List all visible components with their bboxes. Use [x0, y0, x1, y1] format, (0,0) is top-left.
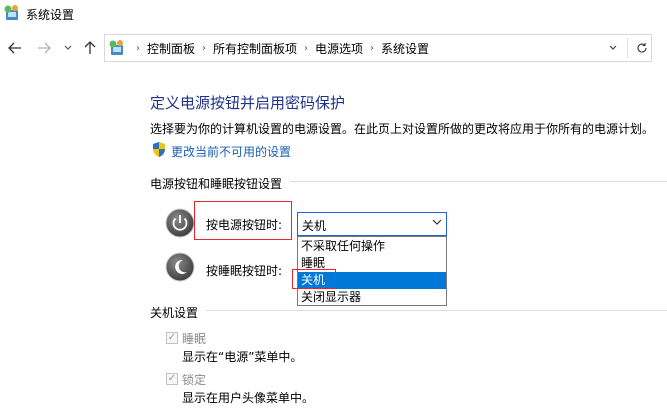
sleep-checkbox-description: 显示在“电源”菜单中。	[182, 350, 303, 364]
refresh-button[interactable]	[633, 35, 651, 61]
section-title-shutdown: 关机设置	[150, 306, 199, 320]
breadcrumb-separator: ›	[136, 42, 140, 54]
sleep-checkbox-label: 睡眠	[182, 332, 207, 346]
lock-checkbox-description: 显示在用户头像菜单中。	[182, 391, 315, 405]
breadcrumb-item-all-items[interactable]: 所有控制面板项	[213, 40, 297, 57]
power-button-label: 按电源按钮时:	[206, 218, 283, 232]
address-divider	[627, 38, 628, 58]
breadcrumb-item-power-options[interactable]: 电源选项	[315, 40, 363, 57]
breadcrumb-separator: ›	[304, 42, 309, 54]
back-button[interactable]	[5, 38, 25, 58]
page-description: 选择要为你的计算机设置的电源设置。在此页上对设置所做的更改将应用于你所有的电源计…	[150, 122, 655, 136]
control-panel-icon	[4, 5, 18, 20]
window-title: 系统设置	[26, 8, 75, 22]
change-unavailable-settings-link[interactable]: 更改当前不可用的设置	[171, 143, 291, 160]
control-panel-icon	[109, 40, 123, 55]
arrow-right-icon	[38, 42, 51, 54]
navigation-bar: › 控制面板 › 所有控制面板项 › 电源选项 › 系统设置	[0, 33, 667, 63]
uac-shield-icon	[153, 142, 165, 157]
power-button-icon	[165, 208, 195, 238]
breadcrumb-separator: ›	[202, 42, 207, 54]
lock-checkbox[interactable]: ✓	[166, 373, 178, 385]
refresh-icon	[637, 43, 647, 53]
recent-locations-button[interactable]	[61, 38, 75, 58]
shutdown-option-highlight	[292, 269, 336, 289]
sleep-button-label: 按睡眠按钮时:	[206, 264, 283, 278]
address-dropdown-button[interactable]	[605, 35, 621, 61]
sleep-button-icon	[165, 252, 195, 282]
lock-checkbox-label: 锁定	[182, 373, 207, 387]
sleep-checkbox[interactable]: ✓	[166, 332, 178, 344]
arrow-up-icon	[84, 41, 96, 54]
section-divider	[290, 181, 667, 182]
section-title-power-buttons: 电源按钮和睡眠按钮设置	[150, 177, 283, 191]
power-select-value: 关机	[302, 219, 327, 233]
chevron-down-icon	[64, 45, 72, 50]
dropdown-option-do-nothing[interactable]: 不采取任何操作	[298, 238, 446, 255]
up-button[interactable]	[80, 38, 100, 58]
breadcrumb: › 控制面板 › 所有控制面板项 › 电源选项 › 系统设置	[129, 35, 429, 61]
chevron-down-icon	[609, 45, 617, 50]
breadcrumb-item-control-panel[interactable]: 控制面板	[147, 40, 195, 57]
dropdown-option-turn-off-display[interactable]: 关闭显示器	[298, 289, 446, 306]
section-divider	[206, 310, 667, 311]
arrow-left-icon	[8, 42, 21, 54]
title-bar: 系统设置	[0, 0, 667, 28]
chevron-down-icon	[432, 215, 442, 232]
breadcrumb-item-system-settings[interactable]: 系统设置	[381, 40, 429, 57]
breadcrumb-separator: ›	[370, 42, 375, 54]
address-bar[interactable]: › 控制面板 › 所有控制面板项 › 电源选项 › 系统设置	[104, 34, 652, 62]
power-button-action-select[interactable]: 关机	[297, 212, 447, 236]
page-title: 定义电源按钮并启用密码保护	[150, 94, 346, 112]
forward-button[interactable]	[34, 38, 54, 58]
